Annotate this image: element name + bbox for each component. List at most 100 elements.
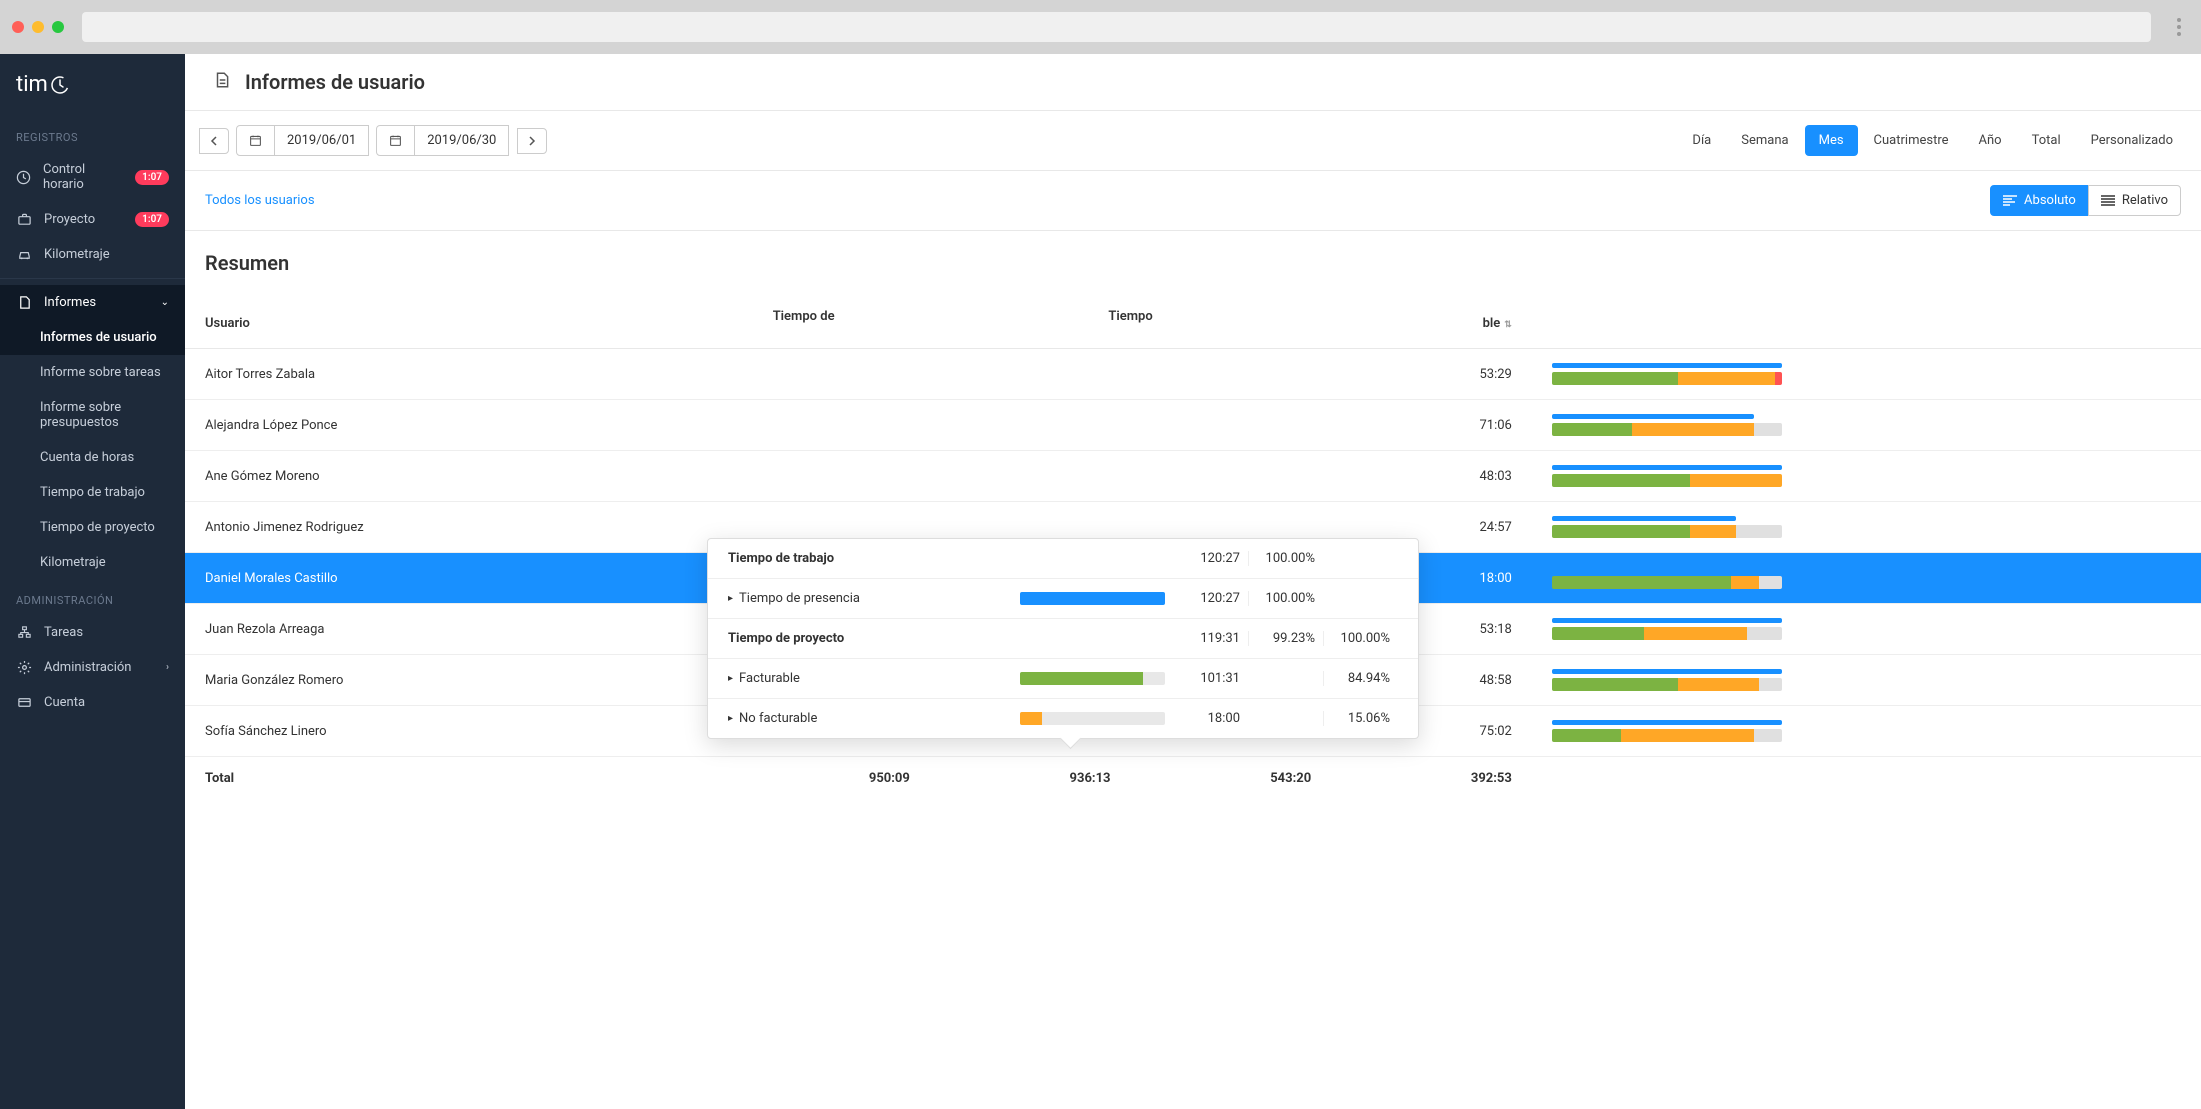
date-next-button[interactable] bbox=[517, 128, 547, 154]
sidebar-item-label: Informes de usuario bbox=[40, 330, 157, 345]
cell-bars bbox=[1532, 553, 2201, 604]
cell-c5: 48:03 bbox=[1331, 451, 1532, 502]
period-mes[interactable]: Mes bbox=[1805, 125, 1858, 156]
popover-value: 120:27 bbox=[1183, 551, 1248, 566]
sidebar-item-control-horario[interactable]: Control horario 1:07 bbox=[0, 152, 185, 202]
cell-bars bbox=[1532, 451, 2201, 502]
date-from-picker[interactable] bbox=[236, 125, 275, 156]
date-to-picker[interactable] bbox=[376, 125, 415, 156]
sidebar-item-informes[interactable]: Informes ⌄ bbox=[0, 285, 185, 320]
period-dia[interactable]: Día bbox=[1678, 125, 1725, 156]
view-toggle: Absoluto Relativo bbox=[1990, 185, 2181, 216]
cell-bars bbox=[1532, 706, 2201, 757]
view-absoluto[interactable]: Absoluto bbox=[1990, 185, 2089, 216]
sidebar-item-label: Tiempo de trabajo bbox=[40, 485, 145, 500]
document-icon bbox=[16, 295, 32, 310]
url-bar[interactable] bbox=[82, 12, 2151, 42]
popover-label: Tiempo de proyecto bbox=[728, 631, 1020, 646]
sidebar-item-label: Administración bbox=[44, 660, 131, 675]
chevron-right-icon: › bbox=[166, 662, 169, 673]
bar-blue bbox=[1552, 618, 1782, 623]
bar-stack bbox=[1552, 678, 1782, 691]
sidebar-item-label: Informe sobre tareas bbox=[40, 365, 161, 380]
sidebar-item-informe-presupuestos[interactable]: Informe sobre presupuestos bbox=[0, 390, 185, 440]
bar-blue bbox=[1552, 669, 1782, 674]
sidebar-item-proyecto[interactable]: Proyecto 1:07 bbox=[0, 202, 185, 237]
window-close[interactable] bbox=[12, 21, 24, 33]
cell-total-c4: 543:20 bbox=[1131, 757, 1332, 801]
table-row[interactable]: Aitor Torres Zabala 53:29 bbox=[185, 349, 2201, 400]
date-prev-button[interactable] bbox=[199, 128, 229, 154]
sidebar-item-tiempo-trabajo[interactable]: Tiempo de trabajo bbox=[0, 475, 185, 510]
logo-text: tim bbox=[16, 72, 169, 97]
sidebar-item-kilometraje-2[interactable]: Kilometraje bbox=[0, 545, 185, 580]
popover-label: ▸Tiempo de presencia bbox=[728, 591, 1020, 606]
sidebar-item-tiempo-proyecto[interactable]: Tiempo de proyecto bbox=[0, 510, 185, 545]
table-row[interactable]: Alejandra López Ponce 71:06 bbox=[185, 400, 2201, 451]
cell-c2 bbox=[677, 400, 929, 451]
bar-stack bbox=[1552, 525, 1782, 538]
period-personalizado[interactable]: Personalizado bbox=[2077, 125, 2187, 156]
sort-icon: ⇅ bbox=[1504, 320, 1512, 330]
sidebar-item-tareas[interactable]: Tareas bbox=[0, 615, 185, 650]
popover-row[interactable]: ▸Facturable 101:31 84.94% bbox=[708, 659, 1418, 699]
popover-pct1: 99.23% bbox=[1248, 631, 1323, 646]
sidebar-item-informes-usuario[interactable]: Informes de usuario bbox=[0, 320, 185, 355]
bar-stack bbox=[1552, 576, 1782, 589]
popover-label: ▸No facturable bbox=[728, 711, 1020, 726]
cell-user: Aitor Torres Zabala bbox=[185, 349, 677, 400]
chevron-right-icon: ▸ bbox=[728, 593, 733, 604]
all-users-link[interactable]: Todos los usuarios bbox=[205, 193, 315, 208]
th-usuario[interactable]: Usuario bbox=[185, 299, 677, 349]
sidebar-section-admin: ADMINISTRACIÓN bbox=[0, 580, 185, 615]
calendar-icon bbox=[249, 134, 262, 147]
window-maximize[interactable] bbox=[52, 21, 64, 33]
sidebar-item-informe-tareas[interactable]: Informe sobre tareas bbox=[0, 355, 185, 390]
window-minimize[interactable] bbox=[32, 21, 44, 33]
detail-popover: Tiempo de trabajo 120:27 100.00% ▸Tiempo… bbox=[707, 538, 1419, 739]
th-tiempo: Tiempo bbox=[930, 299, 1331, 328]
period-total[interactable]: Total bbox=[2018, 125, 2075, 156]
popover-pct2: 15.06% bbox=[1323, 711, 1398, 726]
popover-row: Tiempo de proyecto 119:31 99.23% 100.00% bbox=[708, 619, 1418, 659]
sidebar-section-registros: REGISTROS bbox=[0, 117, 185, 152]
sidebar-item-cuenta[interactable]: Cuenta bbox=[0, 685, 185, 720]
browser-menu-icon[interactable] bbox=[2169, 18, 2189, 36]
popover-row[interactable]: ▸Tiempo de presencia 120:27 100.00% bbox=[708, 579, 1418, 619]
sidebar-item-cuenta-horas[interactable]: Cuenta de horas bbox=[0, 440, 185, 475]
period-semana[interactable]: Semana bbox=[1727, 125, 1802, 156]
period-ano[interactable]: Año bbox=[1965, 125, 2016, 156]
popover-pct1: 100.00% bbox=[1248, 551, 1323, 566]
sidebar-item-label: Control horario bbox=[43, 162, 123, 192]
bar-blue bbox=[1552, 567, 1782, 572]
popover-pct1: 100.00% bbox=[1248, 591, 1323, 606]
sidebar-item-administracion[interactable]: Administración › bbox=[0, 650, 185, 685]
period-cuatrimestre[interactable]: Cuatrimestre bbox=[1860, 125, 1963, 156]
cell-bars bbox=[1532, 655, 2201, 706]
bar-stack bbox=[1552, 423, 1782, 436]
popover-label: Tiempo de trabajo bbox=[728, 551, 1020, 566]
cell-c4 bbox=[1131, 349, 1332, 400]
bar-stack bbox=[1552, 627, 1782, 640]
cell-user: Juan Rezola Arreaga bbox=[185, 604, 677, 655]
main-content: Informes de usuario 2019/06/01 2019/06/3… bbox=[185, 54, 2201, 1109]
th-ble[interactable]: ble⇅ bbox=[1331, 299, 1532, 349]
sidebar-item-label: Cuenta de horas bbox=[40, 450, 134, 465]
date-to-value[interactable]: 2019/06/30 bbox=[414, 125, 509, 156]
cell-c3 bbox=[930, 451, 1131, 502]
popover-pct2: 100.00% bbox=[1323, 631, 1398, 646]
popover-pct2: 84.94% bbox=[1323, 671, 1398, 686]
view-relativo[interactable]: Relativo bbox=[2088, 185, 2181, 216]
table-row[interactable]: Ane Gómez Moreno 48:03 bbox=[185, 451, 2201, 502]
popover-row[interactable]: ▸No facturable 18:00 15.06% bbox=[708, 699, 1418, 738]
document-icon bbox=[213, 71, 231, 93]
date-from-value[interactable]: 2019/06/01 bbox=[274, 125, 369, 156]
cell-c3 bbox=[930, 400, 1131, 451]
bars-icon bbox=[2101, 195, 2115, 207]
car-icon bbox=[16, 247, 32, 262]
sidebar-item-kilometraje[interactable]: Kilometraje bbox=[0, 237, 185, 272]
page-title: Informes de usuario bbox=[245, 70, 425, 94]
sidebar: tim REGISTROS Control horario 1:07 Proye… bbox=[0, 54, 185, 1109]
sidebar-item-label: Tareas bbox=[44, 625, 83, 640]
cell-user: Ane Gómez Moreno bbox=[185, 451, 677, 502]
